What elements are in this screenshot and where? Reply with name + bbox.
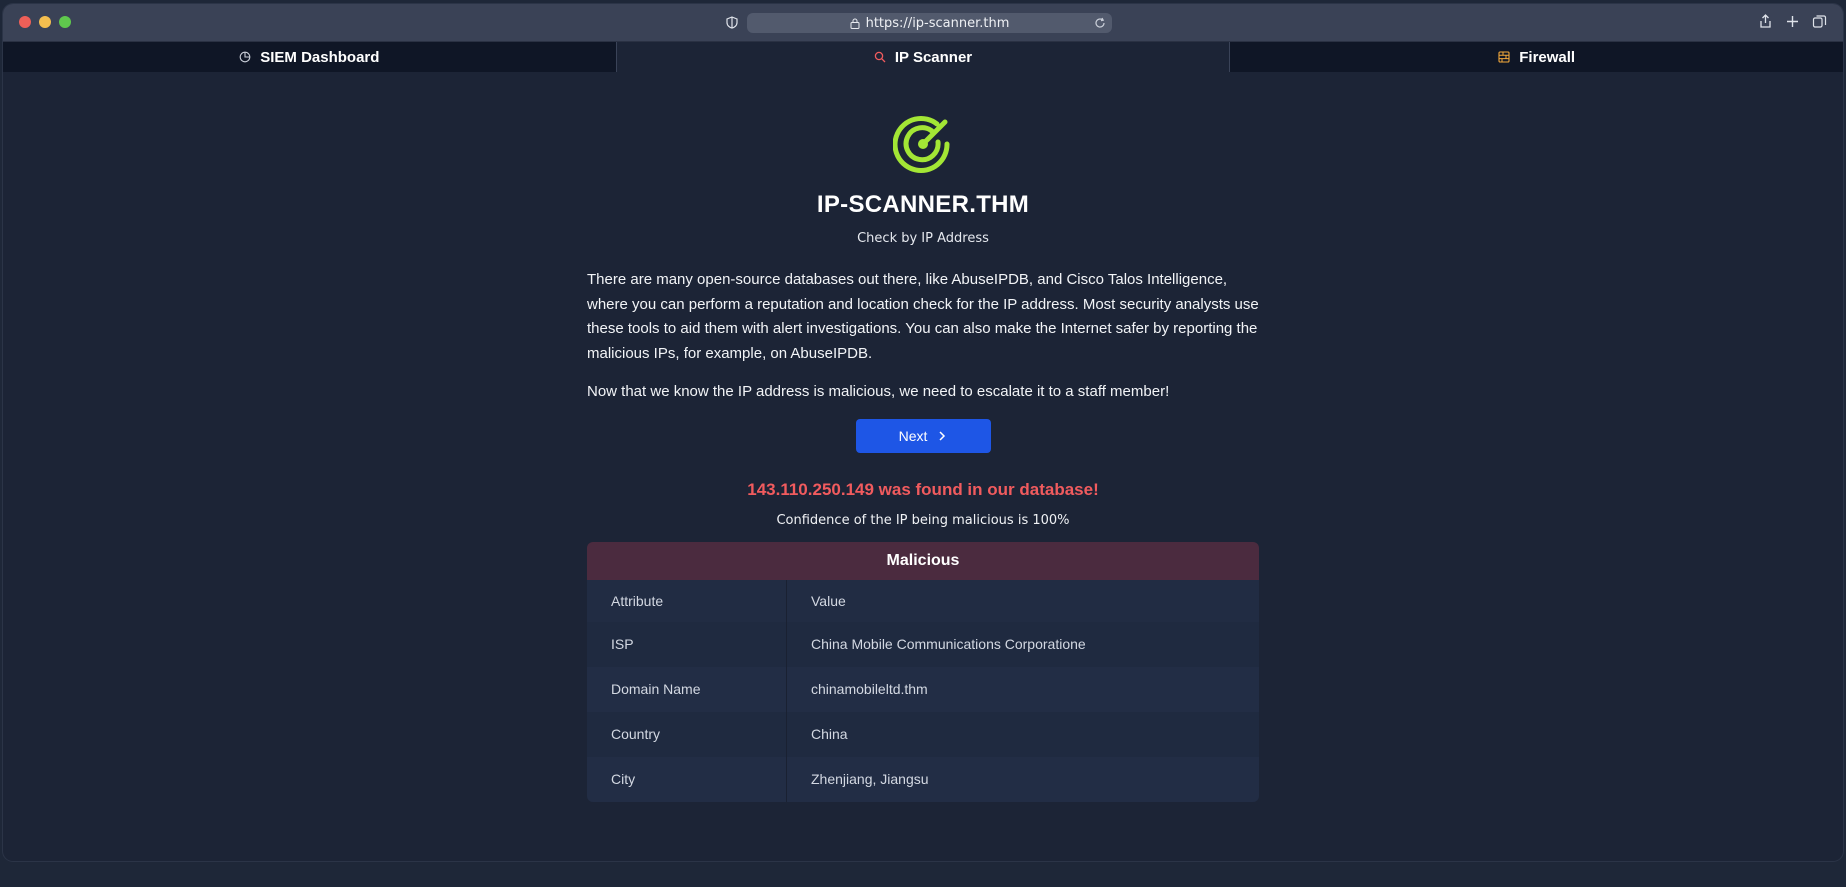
tab-label: Firewall [1519, 48, 1576, 66]
minimize-window-button[interactable] [39, 16, 51, 28]
share-icon[interactable] [1758, 14, 1773, 29]
value-cell: chinamobileltd.thm [811, 681, 928, 697]
url-text: https://ip-scanner.thm [865, 15, 1010, 31]
page-title: IP-SCANNER.THM [816, 191, 1030, 218]
page-subtitle: Check by IP Address [857, 231, 989, 246]
attribute-cell: City [587, 756, 787, 802]
table-header-row: Attribute Value [587, 579, 1259, 622]
result-table: Malicious Attribute Value ISP China Mobi… [587, 541, 1259, 802]
radar-target-icon [893, 116, 950, 173]
value-cell: China [811, 726, 848, 742]
found-message: 143.110.250.149 was found in our databas… [747, 479, 1099, 499]
maximize-window-button[interactable] [59, 16, 71, 28]
firewall-icon [1498, 51, 1510, 63]
result-table-heading: Malicious [587, 541, 1259, 580]
search-icon [874, 51, 886, 63]
tab-ip-scanner[interactable]: IP Scanner [616, 42, 1231, 72]
value-cell: China Mobile Communications Corporatione [811, 636, 1086, 652]
tab-overview-icon[interactable] [1812, 14, 1827, 29]
column-header: Attribute [587, 579, 787, 622]
reload-icon[interactable] [1094, 17, 1106, 29]
table-row: Country China [587, 711, 1259, 757]
tab-siem-dashboard[interactable]: SIEM Dashboard [3, 42, 617, 72]
intro-paragraph: There are many open-source databases out… [587, 271, 1259, 362]
table-row: ISP China Mobile Communications Corporat… [587, 621, 1259, 667]
tab-label: IP Scanner [894, 48, 973, 66]
attribute-cell: Country [587, 711, 787, 757]
browser-window: https://ip-scanner.thm SIEM Dashboard IP… [3, 4, 1843, 861]
new-tab-icon[interactable] [1785, 14, 1800, 29]
close-window-button[interactable] [19, 16, 31, 28]
lock-icon [850, 18, 860, 29]
chevron-right-icon [939, 430, 946, 441]
table-row: City Zhenjiang, Jiangsu [587, 756, 1259, 802]
browser-titlebar: https://ip-scanner.thm [3, 4, 1843, 42]
app-tab-bar: SIEM Dashboard IP Scanner Firewall [3, 42, 1843, 72]
attribute-cell: ISP [587, 621, 787, 667]
table-row: Domain Name chinamobileltd.thm [587, 666, 1259, 712]
tab-label: SIEM Dashboard [260, 48, 380, 66]
privacy-shield-icon[interactable] [726, 16, 738, 29]
column-header: Value [811, 592, 846, 609]
next-button-label: Next [898, 427, 928, 444]
escalate-paragraph: Now that we know the IP address is malic… [587, 383, 1170, 400]
browser-toolbar-right [1758, 14, 1827, 29]
main-content: IP-SCANNER.THM Check by IP Address There… [587, 72, 1259, 802]
tab-firewall[interactable]: Firewall [1230, 42, 1843, 72]
next-button[interactable]: Next [855, 418, 991, 453]
address-bar[interactable]: https://ip-scanner.thm [747, 13, 1112, 33]
confidence-text: Confidence of the IP being malicious is … [776, 512, 1070, 528]
pie-chart-icon [239, 51, 251, 63]
value-cell: Zhenjiang, Jiangsu [811, 771, 929, 787]
attribute-cell: Domain Name [587, 666, 787, 712]
